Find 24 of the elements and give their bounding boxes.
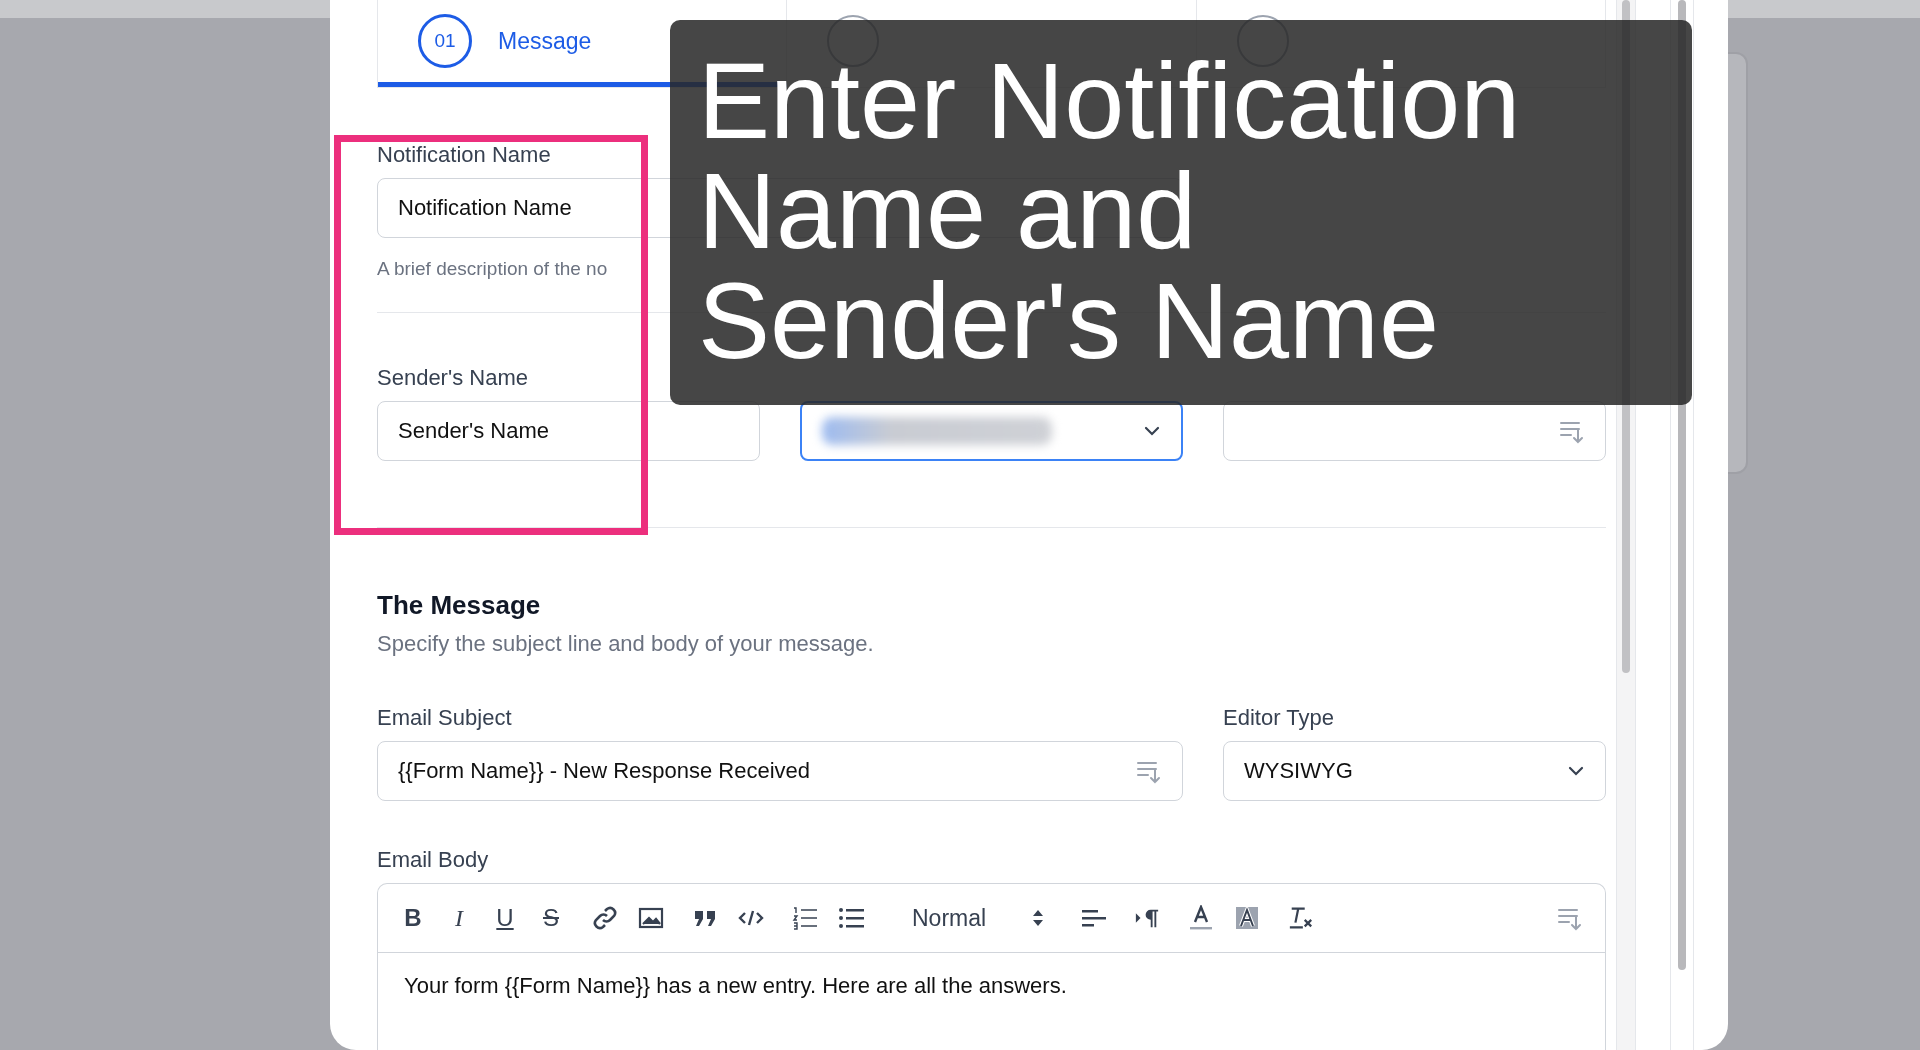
step-number: 01 bbox=[418, 14, 472, 69]
strike-button[interactable]: S bbox=[538, 904, 564, 933]
field-label: Notification Name bbox=[377, 142, 552, 169]
help-text: A brief description of the no bbox=[377, 258, 609, 281]
rich-text-editor[interactable]: B I U S Normal Your form {{Form Name}} has a new entry. Here are all the answers. bbox=[377, 883, 1606, 1050]
field-label: Sender's Name bbox=[377, 365, 529, 392]
chevron-down-icon bbox=[1143, 425, 1161, 438]
underline-button[interactable]: U bbox=[492, 904, 518, 933]
heading-select[interactable]: Normal bbox=[912, 904, 1045, 933]
email-body-text: Your form {{Form Name}} has a new entry. Here are all the answers. bbox=[403, 972, 1068, 1001]
input-field[interactable]: {{Form Name}} - New Response Received bbox=[377, 741, 1183, 802]
chevron-down-icon bbox=[1567, 765, 1585, 778]
step-label: Message bbox=[498, 27, 592, 55]
italic-button[interactable]: I bbox=[446, 904, 472, 933]
caption-text: Name and bbox=[698, 156, 1197, 266]
field-label: Editor Type bbox=[1223, 705, 1335, 732]
field-label: Email Subject bbox=[377, 705, 513, 732]
editor-type-select[interactable]: WYSIWYG bbox=[1223, 741, 1606, 802]
caption-text: Sender's Name bbox=[698, 266, 1439, 376]
section-title: The Message bbox=[377, 590, 542, 622]
field-label: Email Body bbox=[377, 847, 490, 874]
bold-button[interactable]: B bbox=[400, 904, 426, 933]
up-down-icon bbox=[1032, 909, 1045, 928]
section-subtitle: Specify the subject line and body of your message. bbox=[377, 631, 875, 658]
